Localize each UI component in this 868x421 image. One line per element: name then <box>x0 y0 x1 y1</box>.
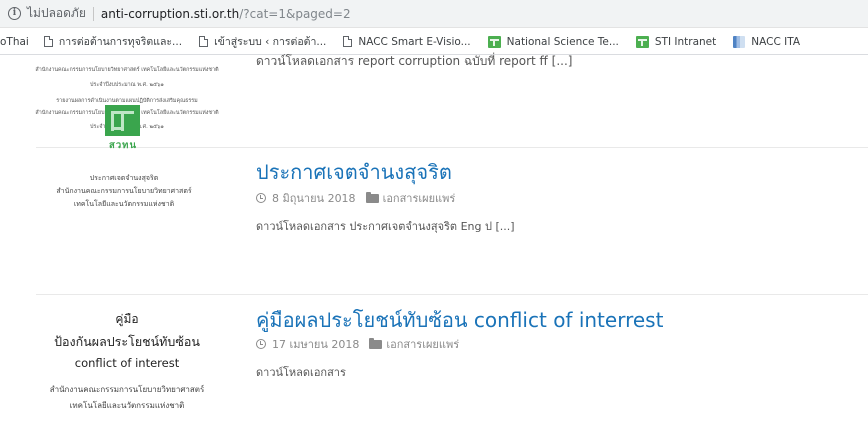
bookmark-nacc-smart[interactable]: NACC Smart E-Visio... <box>343 35 471 48</box>
address-bar[interactable]: i ไม่ปลอดภัย anti-corruption.sti.or.th/?… <box>0 0 868 28</box>
logo-bar <box>111 127 124 130</box>
post-divider <box>36 294 868 295</box>
thumb-line: สำนักงานคณะกรรมการนโยบายวิทยาศาสตร์ <box>56 187 192 195</box>
post-meta: 8 มิถุนายน 2018 เอกสารเผยแพร่ <box>256 189 455 207</box>
post-date: 17 เมษายน 2018 <box>272 338 360 351</box>
thumb-line: conflict of interest <box>74 356 180 370</box>
bookmark-label: NACC ITA <box>751 35 800 48</box>
bookmark-login[interactable]: เข้าสู่ระบบ ‹ การต่อต้า... <box>199 33 326 50</box>
sti-icon <box>487 35 501 48</box>
post-category-link[interactable]: เอกสารเผยแพร่ <box>386 335 459 353</box>
url-host[interactable]: anti-corruption.sti.or.th <box>101 7 239 21</box>
post-category-link[interactable]: เอกสารเผยแพร่ <box>383 189 456 207</box>
security-label[interactable]: ไม่ปลอดภัย <box>27 4 86 23</box>
sti-logo <box>105 105 140 136</box>
clock-icon <box>256 193 266 203</box>
page-icon <box>43 36 53 47</box>
bookmark-national-science[interactable]: National Science Te... <box>487 35 619 48</box>
logo-caption: สวทน <box>109 140 137 151</box>
partial-thumb-line: สำนักงานคณะกรรมการนโยบายวิทยาศาสตร์ เทคโ… <box>35 67 219 73</box>
post-title-link[interactable]: ประกาศเจตจำนงสุจริต <box>256 156 452 188</box>
bookmark-label: STI Intranet <box>654 35 717 48</box>
folder-icon <box>365 191 379 203</box>
post-title-link[interactable]: คู่มือผลประโยชน์ทับซ้อน conflict of inte… <box>256 304 663 336</box>
page-icon <box>199 36 209 47</box>
page-icon <box>343 36 353 47</box>
thumb-line: สำนักงานคณะกรรมการนโยบายวิทยาศาสตร์ <box>49 385 205 394</box>
bookmark-anti-corruption[interactable]: การต่อต้านการทุจริตและ... <box>43 33 183 50</box>
bookmark-label: การต่อต้านการทุจริตและ... <box>58 36 183 48</box>
info-icon[interactable]: i <box>8 7 21 20</box>
post-meta: 17 เมษายน 2018 เอกสารเผยแพร่ <box>256 335 459 353</box>
bookmark-label: oThai <box>0 35 29 48</box>
url-path[interactable]: /?cat=1&paged=2 <box>239 7 350 21</box>
nacc-ita-icon <box>733 35 746 48</box>
post-date: 8 มิถุนายน 2018 <box>272 192 356 205</box>
clock-icon <box>256 339 266 349</box>
partial-thumb-line: ประจำปีงบประมาณ พ.ศ. ๒๕๖๑ <box>90 82 164 88</box>
bookmark-label: National Science Te... <box>506 35 619 48</box>
thumb-line: ป้องกันผลประโยชน์ทับซ้อน <box>54 334 200 349</box>
bookmark-othai[interactable]: oThai <box>0 36 29 48</box>
bookmark-label: เข้าสู่ระบบ ‹ การต่อต้า... <box>214 36 327 48</box>
folder-icon <box>369 337 383 349</box>
thumb-line: เทคโนโลยีและนวัตกรรมแห่งชาติ <box>69 401 185 410</box>
post-excerpt: ดาวน์โหลดเอกสาร <box>256 366 346 379</box>
post-divider <box>36 147 868 148</box>
sti-icon <box>635 35 649 48</box>
post-excerpt: ดาวน์โหลดเอกสาร ประกาศเจตจำนงสุจริต Eng … <box>256 220 515 233</box>
thumb-line: ประกาศเจตจำนงสุจริต <box>89 174 159 182</box>
post-list: สำนักงานคณะกรรมการนโยบายวิทยาศาสตร์ เทคโ… <box>0 54 868 421</box>
partial-post-excerpt: ดาวน์โหลดเอกสาร report corruption ฉบับที… <box>256 54 573 68</box>
bookmark-nacc-ita[interactable]: NACC ITA <box>733 35 800 48</box>
bookmark-label: NACC Smart E-Visio... <box>358 35 471 48</box>
thumb-line: คู่มือ <box>115 312 139 326</box>
thumb-line: เทคโนโลยีและนวัตกรรมแห่งชาติ <box>73 200 175 208</box>
bookmark-sti-intranet[interactable]: STI Intranet <box>635 35 717 48</box>
address-separator <box>92 6 94 21</box>
